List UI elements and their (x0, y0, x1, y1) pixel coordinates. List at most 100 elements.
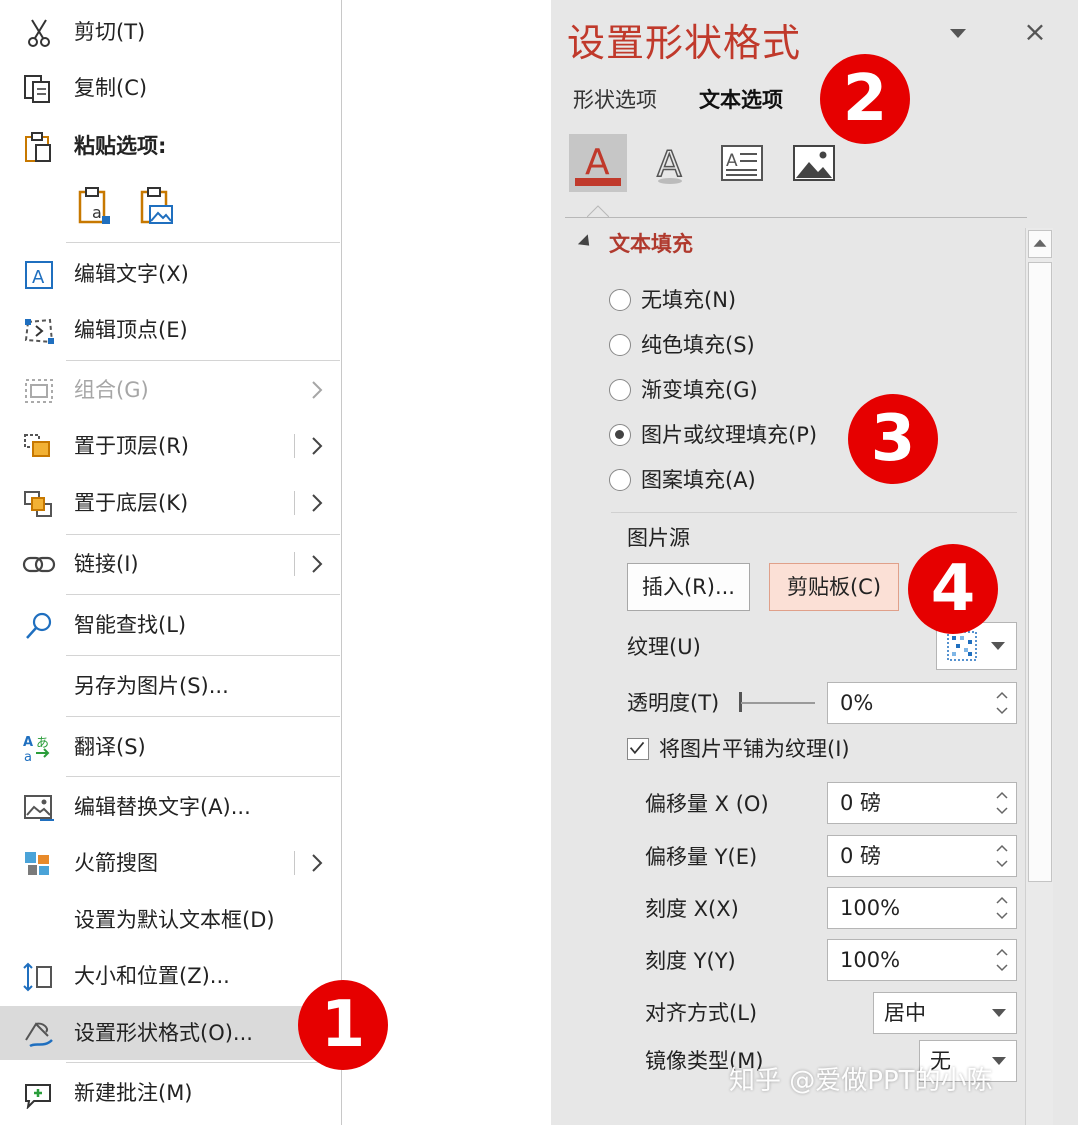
menu-label: 复制(C) (74, 76, 148, 100)
menu-label: 设置形状格式(O)... (74, 1021, 253, 1045)
scale-x-label: 刻度 X(X) (645, 897, 739, 921)
alt-text-icon (24, 795, 54, 821)
menu-item-copy[interactable]: 复制(C) (0, 62, 341, 114)
menu-item-edit-alt-text[interactable]: 编辑替换文字(A)... (0, 781, 341, 833)
offset-y-spinner[interactable]: 0 磅 (827, 835, 1017, 877)
chevron-down-icon (992, 1057, 1006, 1065)
checkmark-icon (629, 741, 645, 755)
split-divider (294, 491, 295, 515)
translate-icon: A あ a (23, 735, 50, 763)
menu-item-rocket-search[interactable]: 火箭搜图 (0, 837, 341, 889)
menu-item-translate[interactable]: A あ a 翻译(S) (0, 721, 341, 773)
spin-up-icon[interactable] (996, 896, 1008, 904)
spinner-value: 0 磅 (840, 791, 882, 815)
divider (611, 512, 1017, 513)
menu-item-edit-points[interactable]: 编辑顶点(E) (0, 304, 341, 356)
menu-label: 置于底层(K) (74, 491, 189, 515)
chevron-right-icon[interactable] (306, 430, 328, 462)
separator (66, 1062, 340, 1063)
text-effects-tab[interactable]: A (641, 134, 699, 192)
pane-options-dropdown-icon[interactable] (947, 22, 969, 44)
radio-label: 图片或纹理填充(P) (641, 423, 818, 447)
spin-up-icon[interactable] (996, 791, 1008, 799)
menu-label: 编辑文字(X) (74, 262, 189, 286)
menu-label: 翻译(S) (74, 735, 146, 759)
menu-item-send-to-back[interactable]: 置于底层(K) (0, 477, 341, 529)
picture-icon (793, 145, 835, 181)
spinner-value: 0 磅 (840, 844, 882, 868)
paste-picture-icon[interactable] (138, 186, 174, 226)
scale-x-spinner[interactable]: 100% (827, 887, 1017, 929)
menu-item-size-and-position[interactable]: 大小和位置(Z)... (0, 950, 341, 1002)
send-to-back-icon (24, 491, 52, 517)
transparency-slider-track[interactable] (741, 702, 815, 704)
menu-item-save-as-picture[interactable]: 另存为图片(S)... (0, 660, 341, 712)
menu-item-edit-text[interactable]: A 编辑文字(X) (0, 248, 341, 300)
menu-item-cut[interactable]: 剪切(T) (0, 6, 341, 58)
spin-down-icon[interactable] (996, 860, 1008, 868)
menu-label: 智能查找(L) (74, 613, 187, 637)
textbox-tab[interactable]: A (713, 134, 771, 192)
tile-checkbox[interactable] (627, 738, 649, 760)
transparency-spinner[interactable]: 0% (827, 682, 1017, 724)
spin-down-icon[interactable] (996, 807, 1008, 815)
separator (66, 776, 340, 777)
menu-label: 大小和位置(Z)... (74, 964, 230, 988)
chevron-right-icon (312, 381, 323, 399)
chevron-right-icon[interactable] (306, 548, 328, 580)
transparency-label: 透明度(T) (627, 691, 720, 715)
menu-item-group[interactable]: 组合(G) (0, 364, 341, 416)
svg-text:A: A (32, 267, 45, 288)
chevron-down-icon (991, 642, 1005, 650)
tile-checkbox-label: 将图片平铺为纹理(I) (659, 737, 850, 761)
texture-swatch-icon (947, 631, 977, 661)
tab-text-options[interactable]: 文本选项 (699, 84, 783, 114)
menu-label: 另存为图片(S)... (74, 674, 229, 698)
menu-item-bring-to-front[interactable]: 置于顶层(R) (0, 420, 341, 472)
svg-text:A: A (726, 151, 738, 171)
menu-label: 编辑替换文字(A)... (74, 795, 251, 819)
spin-down-icon[interactable] (996, 964, 1008, 972)
scale-y-spinner[interactable]: 100% (827, 939, 1017, 981)
tab-shape-options[interactable]: 形状选项 (573, 84, 657, 114)
radio-label: 图案填充(A) (641, 468, 756, 492)
radio-label: 无填充(N) (641, 288, 737, 312)
watermark-text: 知乎 @爱做PPT的小陈 (729, 1066, 993, 1096)
alignment-dropdown[interactable]: 居中 (873, 992, 1017, 1034)
scroll-thumb[interactable] (1028, 262, 1052, 882)
scroll-up-button[interactable] (1028, 230, 1052, 258)
context-menu: 剪切(T) 复制(C) 粘贴选项: a A 编辑文字(X) 编辑顶点(E) 组合… (0, 0, 342, 1125)
paste-keep-text-icon[interactable]: a (76, 186, 112, 226)
edit-text-icon: A (25, 261, 53, 289)
menu-item-link[interactable]: 链接(I) (0, 538, 341, 590)
clipboard-icon (25, 132, 51, 162)
offset-x-spinner[interactable]: 0 磅 (827, 782, 1017, 824)
split-divider (294, 552, 295, 576)
pane-scrollbar[interactable] (1025, 228, 1053, 1125)
menu-item-set-default-textbox[interactable]: 设置为默认文本框(D) (0, 894, 341, 946)
spinner-value: 100% (840, 948, 901, 972)
insert-picture-button[interactable]: 插入(R)... (627, 563, 750, 611)
radio-label: 纯色填充(S) (641, 333, 755, 357)
chevron-right-icon[interactable] (306, 847, 328, 879)
picture-tab[interactable] (785, 134, 843, 192)
radio-circle (609, 469, 631, 491)
spin-up-icon[interactable] (996, 948, 1008, 956)
chevron-right-icon[interactable] (306, 487, 328, 519)
spin-up-icon[interactable] (996, 691, 1008, 699)
spin-down-icon[interactable] (996, 912, 1008, 920)
text-effects-icon: A (656, 143, 683, 186)
menu-item-smart-lookup[interactable]: 智能查找(L) (0, 599, 341, 651)
step-badge-3: 3 (848, 394, 938, 484)
rocket-search-icon (25, 852, 49, 875)
format-shape-pane: 设置形状格式 × 形状选项 文本选项 A A A 文本填充 无填充(N) 纯色填… (551, 0, 1078, 1125)
text-fill-outline-tab[interactable]: A (569, 134, 627, 192)
clipboard-button[interactable]: 剪贴板(C) (769, 563, 899, 611)
copy-icon (24, 75, 50, 103)
close-icon[interactable]: × (1023, 18, 1047, 46)
split-divider (294, 434, 295, 458)
menu-item-new-comment[interactable]: 新建批注(M) (0, 1067, 341, 1119)
menu-item-format-shape[interactable]: 设置形状格式(O)... (0, 1006, 341, 1060)
spin-down-icon[interactable] (996, 707, 1008, 715)
spin-up-icon[interactable] (996, 844, 1008, 852)
